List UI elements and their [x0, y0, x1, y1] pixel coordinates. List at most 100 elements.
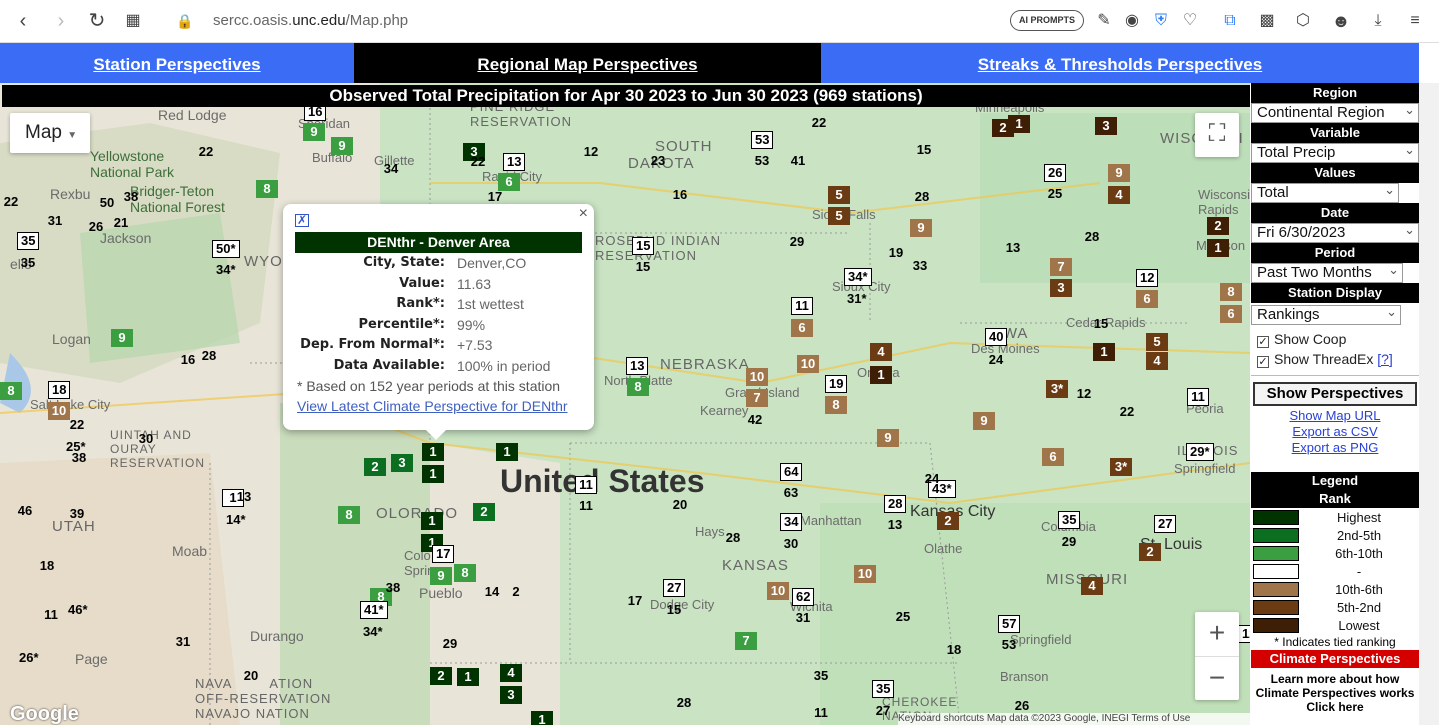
station-marker[interactable]: 42: [744, 411, 766, 429]
station-marker[interactable]: 2: [364, 458, 386, 476]
station-marker[interactable]: 3*: [1110, 458, 1132, 476]
close-icon[interactable]: ×: [579, 205, 588, 223]
forward-arrow-icon[interactable]: ›: [48, 8, 74, 34]
station-marker[interactable]: 8: [338, 506, 360, 524]
station-marker[interactable]: 26*: [16, 649, 42, 667]
station-marker[interactable]: 1: [531, 711, 553, 725]
station-marker[interactable]: 31*: [844, 290, 870, 308]
station-marker[interactable]: 12: [1136, 269, 1159, 287]
station-marker[interactable]: 8: [627, 378, 649, 396]
station-marker[interactable]: 2: [1207, 217, 1229, 235]
zoom-out-button[interactable]: −: [1195, 656, 1239, 700]
variable-select[interactable]: Total Precip: [1251, 141, 1419, 163]
station-marker[interactable]: 10: [854, 565, 876, 583]
station-marker[interactable]: 10: [767, 582, 789, 600]
download-icon[interactable]: ⤓: [1367, 10, 1389, 32]
tab-station-perspectives[interactable]: Station Perspectives: [0, 43, 354, 83]
station-marker[interactable]: 11: [575, 497, 597, 515]
show-map-url-link[interactable]: Show Map URL: [1251, 408, 1419, 424]
fullscreen-icon[interactable]: ⛶: [1195, 113, 1239, 157]
station-marker[interactable]: 34: [380, 160, 402, 178]
profile-avatar-icon[interactable]: ☻: [1330, 10, 1352, 32]
station-link-icon[interactable]: ✗: [295, 214, 309, 227]
station-marker[interactable]: 4: [1081, 577, 1103, 595]
station-marker[interactable]: 19: [885, 244, 907, 262]
station-marker[interactable]: 11: [40, 606, 62, 624]
station-marker[interactable]: 13: [884, 516, 906, 534]
station-marker[interactable]: 28: [673, 694, 695, 712]
station-marker[interactable]: 9: [111, 329, 133, 347]
station-marker[interactable]: 53: [998, 636, 1020, 654]
station-marker[interactable]: 6: [791, 319, 813, 337]
station-marker[interactable]: 15: [632, 258, 654, 276]
station-marker[interactable]: 3: [500, 686, 522, 704]
station-marker[interactable]: 34: [780, 513, 803, 531]
values-select[interactable]: Total: [1251, 181, 1399, 203]
station-marker[interactable]: 6: [1220, 305, 1242, 323]
station-marker[interactable]: 25: [1044, 185, 1066, 203]
station-marker[interactable]: 9: [877, 429, 899, 447]
heart-icon[interactable]: ♡: [1179, 10, 1201, 32]
station-marker[interactable]: 4: [1108, 186, 1130, 204]
station-marker[interactable]: 41: [787, 152, 809, 170]
shield-icon[interactable]: ⛨: [1150, 10, 1172, 32]
station-marker[interactable]: 30: [780, 535, 802, 553]
station-marker[interactable]: 8: [825, 396, 847, 414]
address-bar[interactable]: sercc.oasis.unc.edu/Map.php: [213, 12, 408, 29]
ai-prompts-button[interactable]: AI PROMPTS: [1010, 10, 1084, 31]
station-marker[interactable]: 18: [36, 557, 58, 575]
zoom-in-button[interactable]: +: [1195, 612, 1239, 656]
station-marker[interactable]: 2: [1139, 543, 1161, 561]
station-marker[interactable]: 35: [872, 680, 895, 698]
threadex-help-link[interactable]: [?]: [1377, 351, 1393, 367]
station-marker[interactable]: 29: [786, 233, 808, 251]
station-marker[interactable]: 28: [911, 188, 933, 206]
station-marker[interactable]: 14: [481, 583, 503, 601]
station-marker[interactable]: 27: [1154, 515, 1177, 533]
station-marker[interactable]: 38: [382, 579, 404, 597]
station-marker[interactable]: 5: [1146, 333, 1168, 351]
station-marker[interactable]: 30: [135, 430, 157, 448]
station-marker[interactable]: 5: [828, 186, 850, 204]
station-marker[interactable]: 7: [1050, 258, 1072, 276]
station-marker[interactable]: 6: [1136, 290, 1158, 308]
station-marker[interactable]: 16: [177, 351, 199, 369]
station-marker[interactable]: 24: [921, 470, 943, 488]
station-marker[interactable]: 19: [825, 375, 848, 393]
station-marker[interactable]: 18: [943, 641, 965, 659]
station-marker[interactable]: 21: [110, 214, 132, 232]
station-marker[interactable]: 8: [256, 180, 278, 198]
extension-icon[interactable]: ▩: [1256, 10, 1278, 32]
station-marker[interactable]: 8: [1220, 283, 1242, 301]
station-marker[interactable]: 20: [669, 496, 691, 514]
station-marker[interactable]: 11: [791, 297, 813, 315]
station-marker[interactable]: 15: [663, 601, 685, 619]
show-perspectives-button[interactable]: Show Perspectives: [1253, 382, 1417, 406]
station-marker[interactable]: 31: [792, 609, 814, 627]
station-marker[interactable]: 5: [828, 207, 850, 225]
station-marker[interactable]: 34*: [360, 623, 386, 641]
station-marker[interactable]: 26: [1044, 164, 1067, 182]
show-coop-checkbox[interactable]: ✓ Show Coop: [1251, 329, 1419, 349]
station-marker[interactable]: 28: [884, 495, 907, 513]
station-marker[interactable]: 57: [998, 615, 1021, 633]
station-marker[interactable]: 2: [430, 667, 452, 685]
station-marker[interactable]: 22: [467, 153, 489, 171]
station-marker[interactable]: 1: [870, 366, 892, 384]
station-marker[interactable]: 2: [473, 503, 495, 521]
station-marker[interactable]: 28: [198, 347, 220, 365]
station-marker[interactable]: 22: [1116, 403, 1138, 421]
station-marker[interactable]: 12: [1238, 625, 1250, 643]
station-marker[interactable]: 38: [68, 449, 90, 467]
station-marker[interactable]: 4: [1146, 352, 1168, 370]
station-marker[interactable]: 13: [626, 357, 649, 375]
back-arrow-icon[interactable]: ‹: [10, 8, 36, 34]
station-marker[interactable]: 33: [909, 257, 931, 275]
date-select[interactable]: Fri 6/30/2023: [1251, 221, 1419, 243]
collections-icon[interactable]: ⧉: [1219, 10, 1241, 32]
station-marker[interactable]: 29: [439, 635, 461, 653]
station-marker[interactable]: 1: [496, 443, 518, 461]
region-select[interactable]: Continental Region: [1251, 101, 1419, 123]
station-marker[interactable]: 20: [240, 667, 262, 685]
station-marker[interactable]: 34*: [844, 268, 872, 286]
